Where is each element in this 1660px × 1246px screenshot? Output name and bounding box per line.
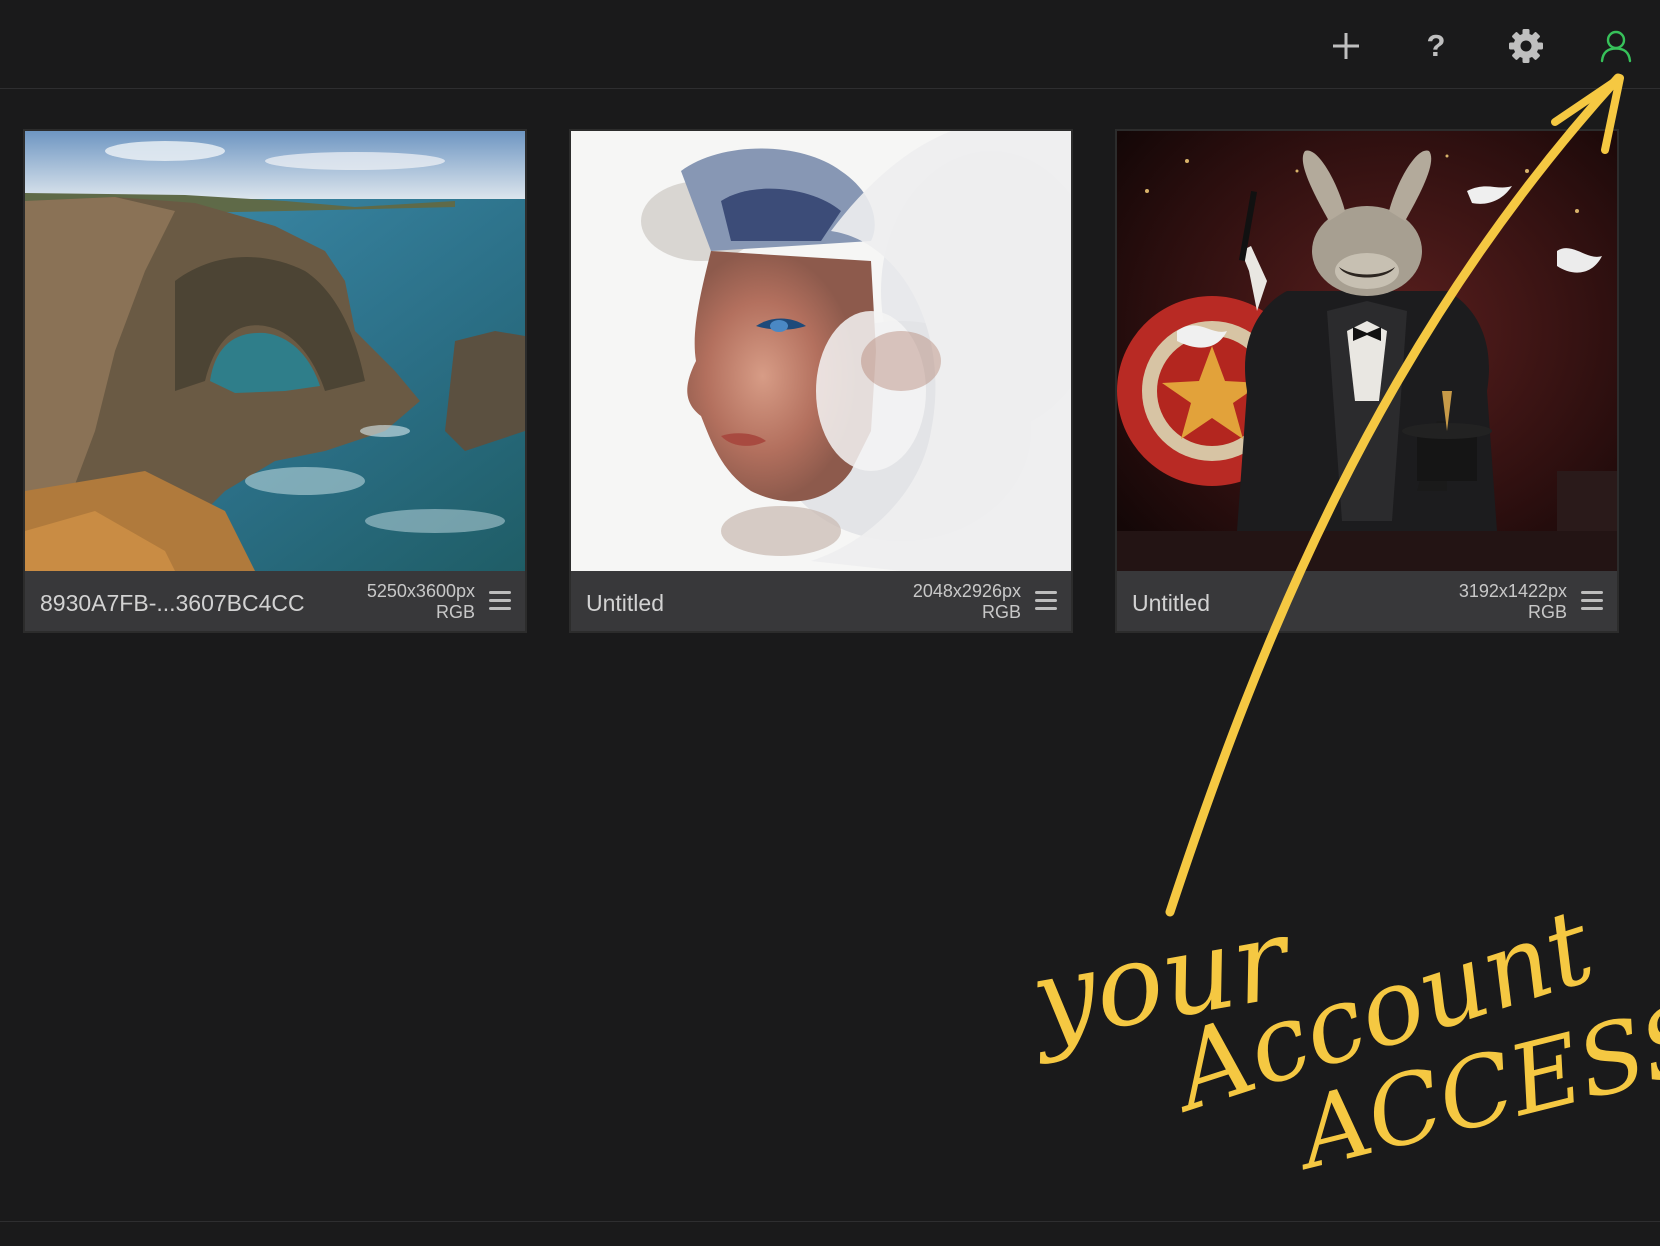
document-color-mode: RGB <box>1527 602 1567 622</box>
document-title: Untitled <box>1132 590 1210 616</box>
document-meta: 2048x2926px RGB <box>913 581 1021 623</box>
document-info-bar: Untitled 3192x1422px RGB <box>1117 571 1617 631</box>
hamburger-icon <box>1035 591 1057 594</box>
document-title: Untitled <box>586 590 664 616</box>
document-size: 3192x1422px <box>1458 581 1567 601</box>
document-menu-button[interactable] <box>1581 591 1603 611</box>
document-card[interactable]: 8930A7FB-...3607BC4CC 5250x3600px RGB <box>23 129 527 633</box>
document-thumbnail[interactable] <box>1117 131 1617 571</box>
document-title: 8930A7FB-...3607BC4CC <box>40 590 305 616</box>
hamburger-icon <box>489 591 511 594</box>
document-size: 2048x2926px <box>912 581 1021 601</box>
hamburger-icon <box>1581 591 1603 594</box>
document-info-bar: Untitled 2048x2926px RGB <box>571 571 1071 631</box>
document-color-mode: RGB <box>981 602 1021 622</box>
document-color-mode: RGB <box>435 602 475 622</box>
document-thumbnail[interactable] <box>25 131 525 571</box>
document-size: 5250x3600px <box>366 581 475 601</box>
document-card[interactable]: Untitled 3192x1422px RGB <box>1115 129 1619 633</box>
document-menu-button[interactable] <box>489 591 511 611</box>
document-thumbnail[interactable] <box>571 131 1071 571</box>
document-gallery: 8930A7FB-...3607BC4CC 5250x3600px RGB Un… <box>0 0 1660 1246</box>
document-menu-button[interactable] <box>1035 591 1057 611</box>
document-info-bar: 8930A7FB-...3607BC4CC 5250x3600px RGB <box>25 571 525 631</box>
document-card[interactable]: Untitled 2048x2926px RGB <box>569 129 1073 633</box>
document-meta: 3192x1422px RGB <box>1459 581 1567 623</box>
bottom-divider <box>0 1221 1660 1222</box>
document-meta: 5250x3600px RGB <box>367 581 475 623</box>
